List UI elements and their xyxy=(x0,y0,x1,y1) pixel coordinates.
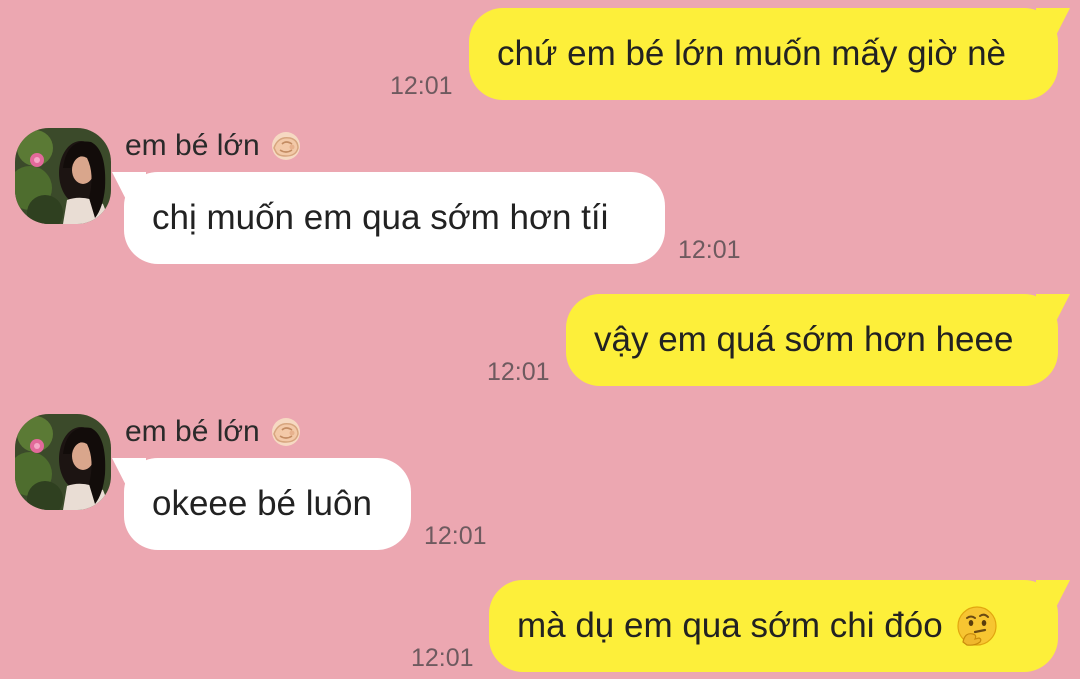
incoming-message-bubble[interactable]: chị muốn em qua sớm hơn tíi xyxy=(124,172,665,264)
outgoing-message-bubble[interactable]: chứ em bé lớn muốn mấy giờ nè xyxy=(469,8,1058,100)
avatar-photo xyxy=(15,414,111,510)
message-text: vậy em quá sớm hơn heee xyxy=(594,320,1014,359)
pinching-hand-icon xyxy=(271,418,300,446)
message-text: mà dụ em qua sớm chi đóo xyxy=(517,606,943,645)
message-text: chứ em bé lớn muốn mấy giờ nè xyxy=(497,34,1007,73)
sender-name: em bé lớn xyxy=(125,129,260,162)
outgoing-message-bubble[interactable]: vậy em quá sớm hơn heee xyxy=(566,294,1058,386)
sender-name: em bé lớn xyxy=(125,415,260,448)
pinching-hand-icon xyxy=(271,132,300,160)
message-timestamp: 12:01 xyxy=(411,644,474,672)
message-text: chị muốn em qua sớm hơn tíi xyxy=(152,198,609,237)
avatar-photo xyxy=(15,128,111,224)
sender-name-row: em bé lớn xyxy=(125,414,304,450)
outgoing-message-bubble[interactable]: mà dụ em qua sớm chi đóo xyxy=(489,580,1058,672)
message-timestamp: 12:01 xyxy=(678,236,741,264)
thinking-face-icon xyxy=(957,606,997,646)
message-timestamp: 12:01 xyxy=(487,358,550,386)
sender-name-row: em bé lớn xyxy=(125,128,304,164)
incoming-message-bubble[interactable]: okeee bé luôn xyxy=(124,458,411,550)
message-text: okeee bé luôn xyxy=(152,484,372,523)
chat-thread: 12:01 chứ em bé lớn muốn mấy giờ nè em b… xyxy=(0,0,1080,679)
message-timestamp: 12:01 xyxy=(390,72,453,100)
avatar[interactable] xyxy=(15,128,111,224)
avatar[interactable] xyxy=(15,414,111,510)
message-timestamp: 12:01 xyxy=(424,522,487,550)
